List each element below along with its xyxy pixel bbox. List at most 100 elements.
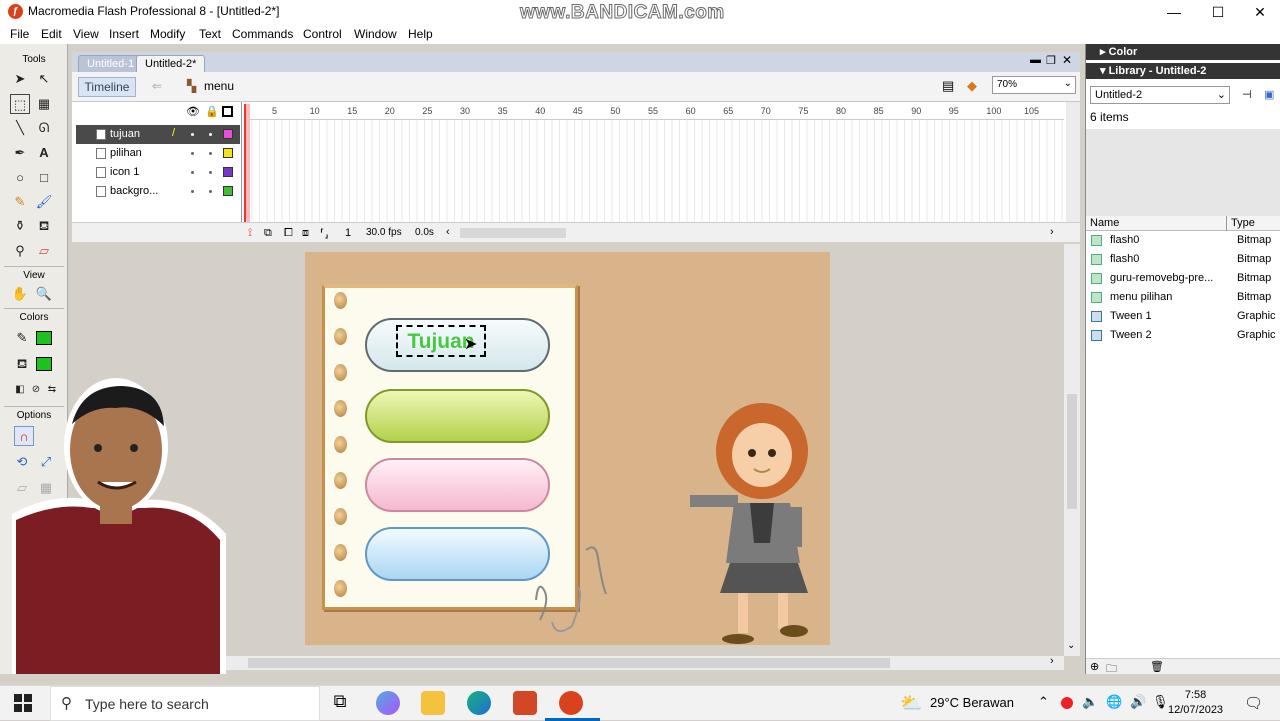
text-tool-icon[interactable]: A: [34, 143, 54, 163]
lasso-tool-icon[interactable]: ᘏ: [34, 118, 54, 138]
doc-minimize-icon[interactable]: ▬: [1030, 54, 1041, 66]
menu-view[interactable]: View: [73, 27, 99, 41]
speaker-icon[interactable]: 🔈: [1082, 694, 1098, 710]
menu-control[interactable]: Control: [303, 27, 342, 41]
subselection-tool-icon[interactable]: ↖: [34, 69, 54, 89]
timeline-vscroll[interactable]: [1066, 102, 1080, 222]
edit-scene-icon[interactable]: ▤: [942, 78, 954, 94]
volume-icon[interactable]: 🔊: [1130, 694, 1146, 710]
menu-modify[interactable]: Modify: [150, 27, 185, 41]
library-document-select[interactable]: Untitled-2 ⌄: [1090, 86, 1230, 104]
hscroll-thumb[interactable]: [248, 658, 890, 668]
clock[interactable]: 7:58 12/07/2023: [1168, 688, 1223, 718]
layer-row-background[interactable]: backgro...: [76, 182, 240, 201]
timeline-hscroll-thumb[interactable]: [460, 228, 566, 238]
library-item[interactable]: guru-removebg-pre... Bitmap: [1086, 269, 1280, 288]
menu-pill-pink[interactable]: [365, 458, 550, 512]
stroke-color-swatch[interactable]: [36, 331, 52, 345]
notification-icon[interactable]: 🗨: [1244, 694, 1263, 712]
library-item[interactable]: Tween 2 Graphic: [1086, 326, 1280, 345]
scroll-left-icon[interactable]: ‹: [446, 226, 450, 238]
scroll-right-icon[interactable]: ›: [1050, 655, 1054, 667]
frames-grid[interactable]: 5 10 15 20 25 30 35 40 45 50 55 60 65 70 75 80 85 90 95 100…: [244, 102, 1064, 222]
brush-tool-icon[interactable]: 🖌: [34, 192, 54, 212]
zoom-tool-icon[interactable]: 🔍: [34, 284, 54, 304]
powerpoint-icon[interactable]: [513, 691, 537, 715]
new-library-icon[interactable]: ▣: [1264, 88, 1274, 101]
outline-icon[interactable]: [222, 106, 233, 117]
playhead[interactable]: [244, 104, 250, 222]
edit-multiple-frames-icon[interactable]: ⧈: [302, 227, 309, 240]
tab-untitled-2[interactable]: Untitled-2*: [136, 55, 206, 72]
eye-icon[interactable]: 👁: [186, 105, 200, 118]
line-tool-icon[interactable]: ╲: [10, 118, 30, 138]
pencil-tool-icon[interactable]: ✎: [10, 192, 30, 212]
layer-color-swatch[interactable]: [223, 167, 233, 177]
pen-tool-icon[interactable]: ✒: [10, 143, 30, 163]
flash-taskbar-icon[interactable]: [559, 691, 583, 715]
layer-color-swatch[interactable]: [223, 186, 233, 196]
tab-untitled-1[interactable]: Untitled-1: [78, 55, 144, 72]
modify-onion-markers-icon[interactable]: ⸢⸥: [320, 227, 329, 240]
menu-edit[interactable]: Edit: [41, 27, 62, 41]
doc-restore-icon[interactable]: ❐: [1046, 54, 1056, 67]
menu-pill-blue[interactable]: [365, 527, 550, 581]
center-frame-icon[interactable]: ⟟: [248, 227, 252, 240]
scroll-down-icon[interactable]: ⌄: [1067, 640, 1075, 651]
selection-tool-icon[interactable]: ➤: [10, 69, 30, 89]
minimize-button[interactable]: —: [1152, 0, 1196, 24]
copilot-icon[interactable]: [376, 691, 400, 715]
free-transform-tool-icon[interactable]: ⬚: [10, 94, 30, 114]
frame-rate[interactable]: 30.0 fps: [366, 227, 402, 238]
microphone-icon[interactable]: 🎙: [1152, 694, 1169, 710]
menu-file[interactable]: File: [10, 27, 29, 41]
menu-help[interactable]: Help: [408, 27, 433, 41]
menu-pill-green[interactable]: [365, 389, 550, 443]
weather-text[interactable]: 29°C Berawan: [930, 695, 1014, 710]
menu-window[interactable]: Window: [354, 27, 397, 41]
timeline-toggle-button[interactable]: Timeline: [78, 77, 136, 97]
menu-insert[interactable]: Insert: [109, 27, 139, 41]
record-icon[interactable]: [1061, 697, 1073, 709]
scroll-right-icon[interactable]: ›: [1050, 226, 1054, 238]
menu-commands[interactable]: Commands: [232, 27, 293, 41]
layer-row-icon-1[interactable]: icon 1: [76, 163, 240, 182]
new-folder-icon[interactable]: 🗀: [1106, 660, 1117, 679]
lock-icon[interactable]: 🔒: [205, 105, 219, 118]
windows-start-icon[interactable]: [14, 694, 32, 712]
layer-row-tujuan[interactable]: tujuan /: [76, 125, 240, 144]
ink-bottle-tool-icon[interactable]: ⚱: [10, 216, 30, 236]
back-arrow-icon[interactable]: ⇐: [152, 79, 162, 93]
onion-skin-icon[interactable]: ⧉: [264, 227, 272, 240]
onion-outline-icon[interactable]: ⧠: [284, 227, 293, 240]
rectangle-tool-icon[interactable]: □: [34, 168, 54, 188]
layer-row-pilihan[interactable]: pilihan: [76, 144, 240, 163]
stage-vscroll[interactable]: ⌄: [1064, 244, 1080, 656]
col-name[interactable]: Name: [1090, 217, 1119, 229]
zoom-select[interactable]: 70% ⌄: [992, 76, 1076, 94]
doc-close-icon[interactable]: ✕: [1062, 53, 1072, 67]
library-item[interactable]: menu pilihan Bitmap: [1086, 288, 1280, 307]
eraser-tool-icon[interactable]: ▱: [34, 241, 54, 261]
col-type[interactable]: Type: [1231, 217, 1255, 229]
eyedropper-tool-icon[interactable]: ⚲: [10, 241, 30, 261]
teacher-illustration[interactable]: [690, 403, 826, 646]
hand-tool-icon[interactable]: ✋: [10, 284, 30, 304]
edge-icon[interactable]: [467, 691, 491, 715]
delete-icon[interactable]: 🗑: [1150, 660, 1164, 673]
library-item[interactable]: Tween 1 Graphic: [1086, 307, 1280, 326]
maximize-button[interactable]: ☐: [1196, 0, 1240, 24]
library-item[interactable]: flash0 Bitmap: [1086, 231, 1280, 250]
oval-tool-icon[interactable]: ○: [10, 168, 30, 188]
pin-icon[interactable]: ⊣: [1242, 88, 1252, 101]
library-panel-header[interactable]: ▾ Library - Untitled-2: [1086, 63, 1280, 79]
close-button[interactable]: ✕: [1238, 0, 1280, 24]
library-item[interactable]: flash0 Bitmap: [1086, 250, 1280, 269]
vscroll-thumb[interactable]: [1067, 394, 1077, 509]
layer-color-swatch[interactable]: [223, 148, 233, 158]
layer-color-swatch[interactable]: [223, 129, 233, 139]
chevron-up-icon[interactable]: ⌃: [1038, 694, 1049, 710]
paint-bucket-tool-icon[interactable]: ⛾: [34, 216, 54, 236]
fill-color-swatch[interactable]: [36, 357, 52, 371]
taskbar-search[interactable]: ⚲ Type here to search: [50, 686, 320, 721]
